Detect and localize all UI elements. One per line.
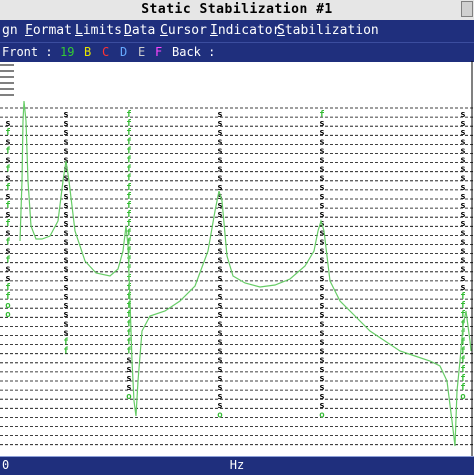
title-bar[interactable]: Static Stabilization #1 (0, 0, 474, 21)
trace-19-toggle[interactable]: 19 (60, 45, 74, 59)
marker-o: o (5, 310, 10, 320)
menu-cursor[interactable]: Cursor (160, 23, 207, 38)
menu-bar: gn Format Limits Data Cursor Indicator Stabili… (0, 20, 474, 42)
window-control-button[interactable] (461, 1, 473, 17)
menu-stabilization[interactable]: Stabilization (277, 23, 379, 38)
stabilization-plot[interactable]: sfsfsfsfsfsfsfsfssffoossssssssssssssssss… (0, 61, 474, 456)
trace-toolbar: Front : Back : 19 B C D E F (0, 42, 474, 62)
window-title: Static Stabilization #1 (141, 2, 333, 17)
trace-c-toggle[interactable]: C (102, 45, 109, 59)
menu-gn[interactable]: gn (2, 23, 18, 38)
menu-limits[interactable]: Limits (75, 23, 122, 38)
marker-o: o (460, 392, 465, 402)
trace-b-toggle[interactable]: B (84, 45, 91, 59)
trace-f-toggle[interactable]: F (155, 45, 162, 59)
marker-o: o (319, 410, 324, 420)
menu-data[interactable]: Data (124, 23, 155, 38)
menu-indicator[interactable]: Indicator (210, 23, 280, 38)
trace-d-toggle[interactable]: D (120, 45, 127, 59)
back-label: Back : (172, 45, 216, 59)
trace-e-toggle[interactable]: E (138, 45, 145, 59)
marker-o: o (126, 392, 131, 402)
menu-format[interactable]: Format (25, 23, 72, 38)
marker-f: f (63, 347, 68, 357)
marker-o: o (217, 410, 222, 420)
status-bar: 0 Hz (0, 456, 474, 475)
x-axis-label: Hz (229, 458, 245, 472)
response-curve (19, 100, 472, 447)
front-label: Front : (2, 45, 53, 59)
